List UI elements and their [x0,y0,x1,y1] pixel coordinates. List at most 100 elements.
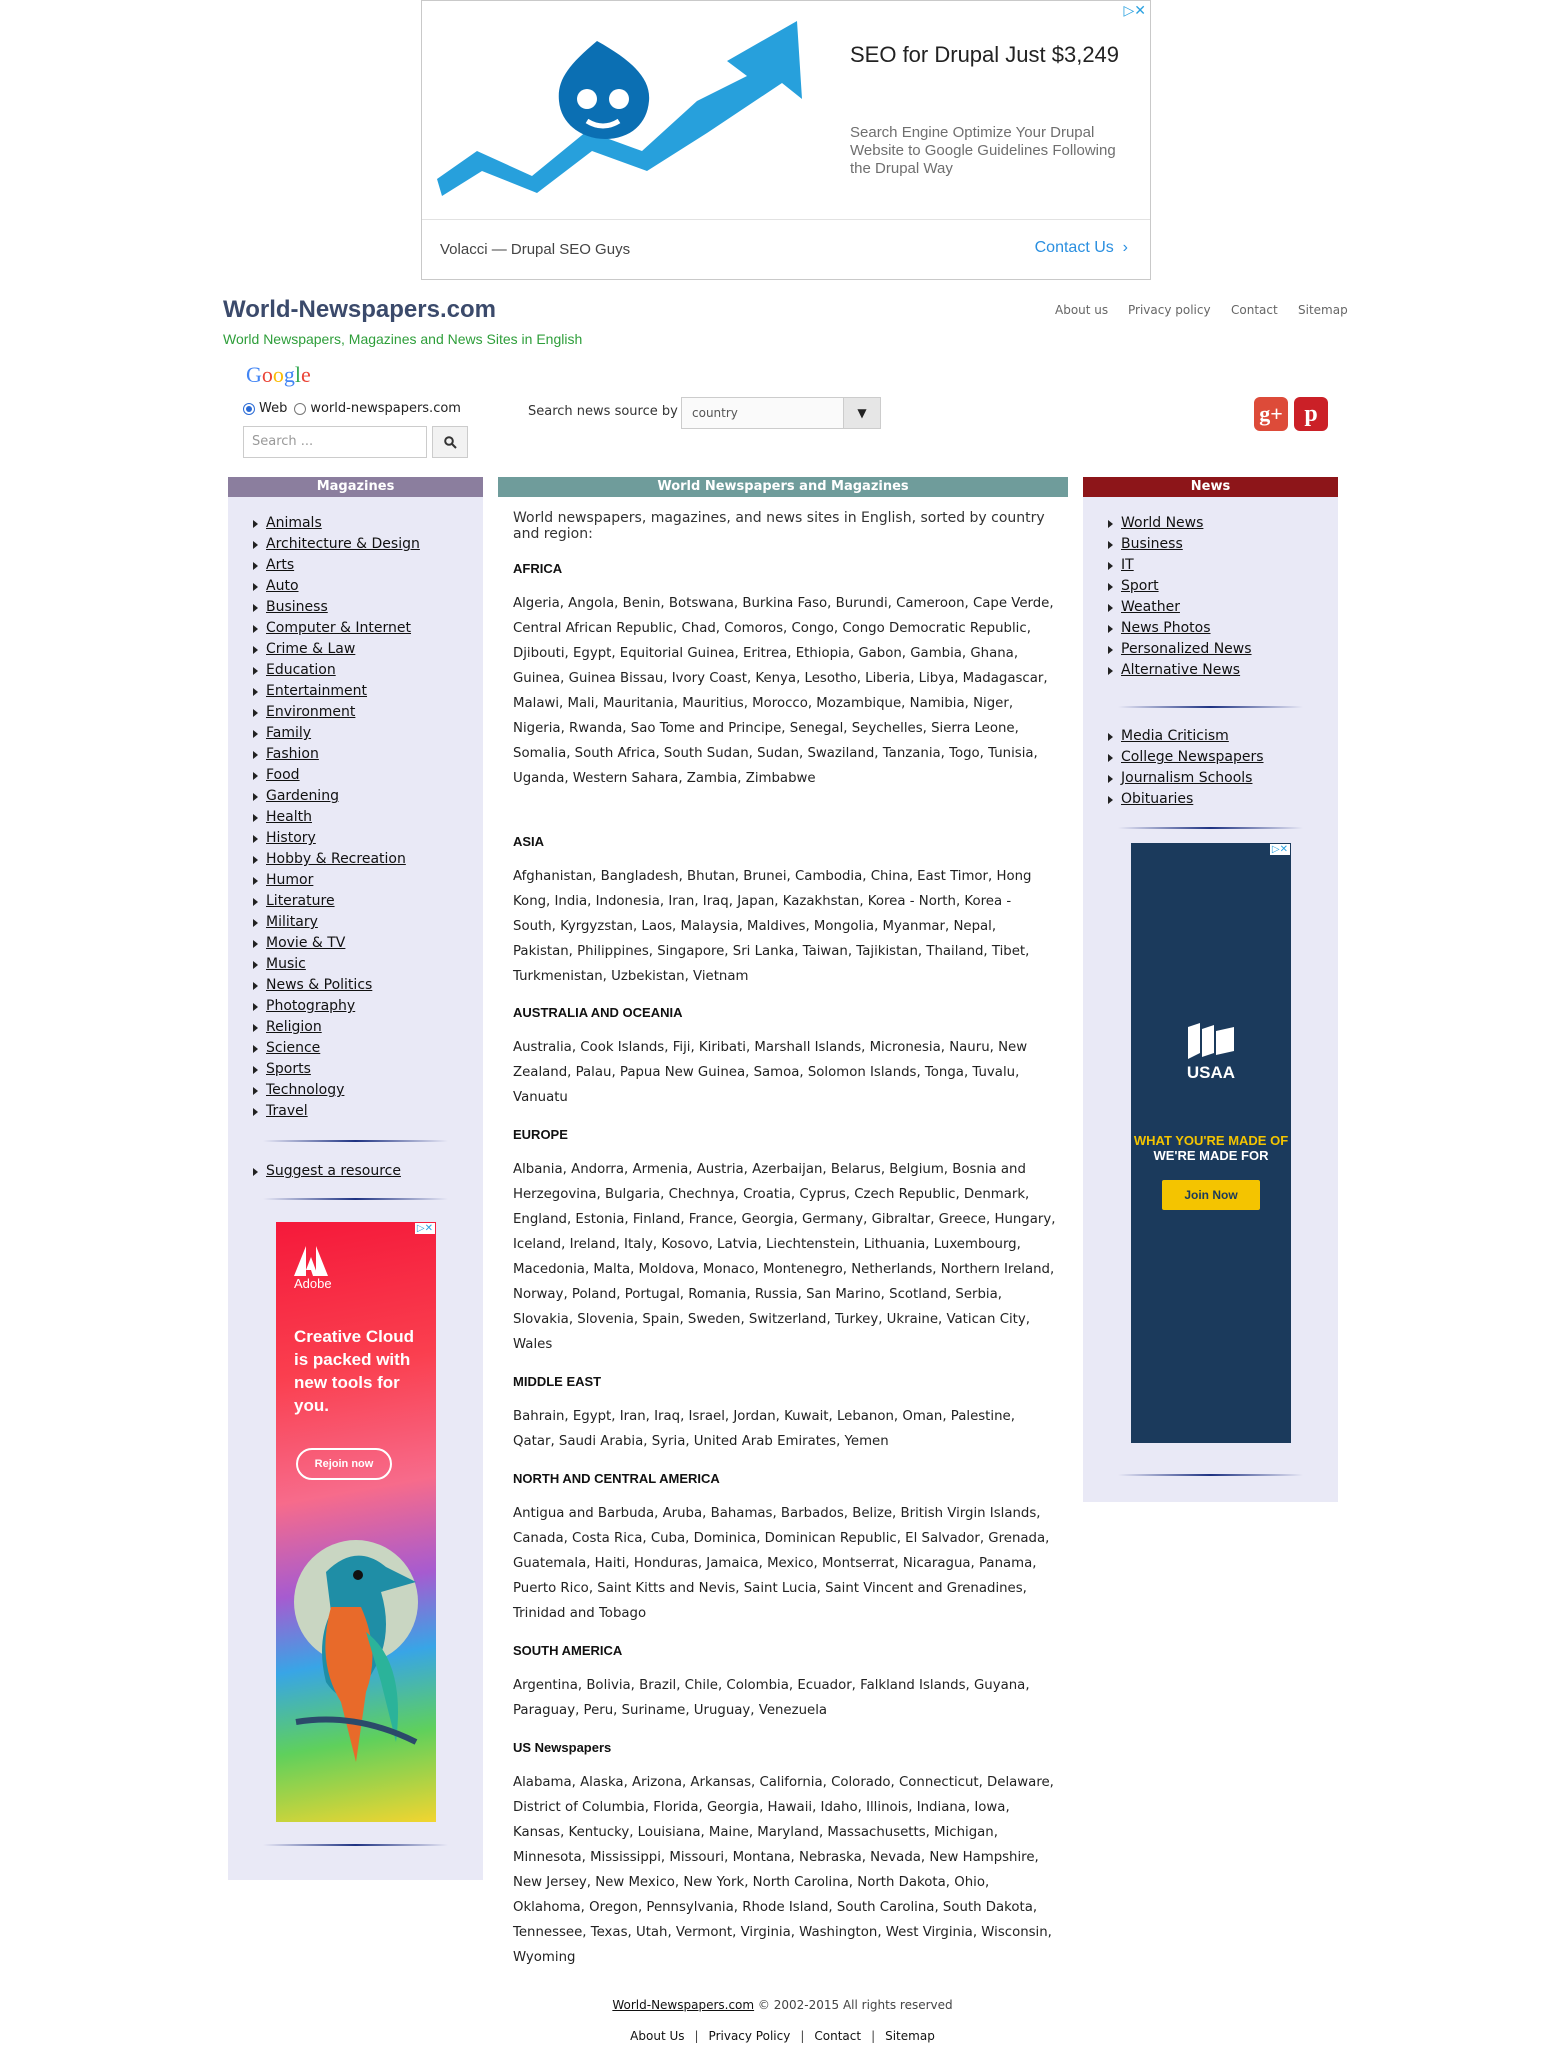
site-title[interactable]: World-Newspapers.com [223,296,496,324]
separator: | [800,2029,805,2043]
footer-nav: About Us | Privacy Policy | Contact | Sitemap [0,2029,1565,2043]
region-countries[interactable]: Bahrain, Egypt, Iran, Iraq, Israel, Jord… [513,1404,1058,1454]
sidebar-link[interactable]: Sports [266,1061,311,1077]
search-input[interactable]: Search ... [243,426,427,458]
sidebar-link[interactable]: Science [266,1040,320,1056]
sidebar-link[interactable]: Animals [266,515,322,531]
region-heading: AFRICA [513,561,563,576]
sidebar-link[interactable]: Business [266,599,328,615]
nav-contact[interactable]: Contact [1231,303,1278,317]
usaa-ad[interactable]: ▷✕ USAA WHAT YOU'RE MADE OF WE'RE MADE F… [1131,843,1291,1443]
scope-web-radio[interactable] [243,402,255,415]
footer-privacy[interactable]: Privacy Policy [709,2029,791,2043]
top-banner-ad[interactable]: ▷✕ SEO for Drupal Just $3,249 Search Eng… [421,0,1151,280]
sidebar-link[interactable]: IT [1121,557,1134,573]
sidebar-link[interactable]: World News [1121,515,1203,531]
list-item: Fashion [250,744,420,765]
sidebar-link[interactable]: Literature [266,893,335,909]
pinterest-icon[interactable]: p [1294,397,1328,431]
join-now-button[interactable]: Join Now [1162,1180,1260,1210]
sidebar-link[interactable]: Music [266,956,306,972]
region-countries[interactable]: Alabama, Alaska, Arizona, Arkansas, Cali… [513,1770,1058,1970]
sidebar-link[interactable]: Family [266,725,311,741]
region-countries[interactable]: Antigua and Barbuda, Aruba, Bahamas, Bar… [513,1501,1058,1626]
nav-sitemap[interactable]: Sitemap [1298,303,1348,317]
sidebar-link[interactable]: Alternative News [1121,662,1240,678]
adchoices-icon[interactable]: ▷✕ [1269,844,1290,855]
sidebar-link[interactable]: Computer & Internet [266,620,411,636]
caret-down-icon: ▼ [843,398,880,428]
adobe-icon [294,1246,328,1276]
country-select-value: country [692,406,738,420]
divider [263,1140,448,1142]
list-item: Education [250,660,420,681]
sidebar-link[interactable]: News & Politics [266,977,372,993]
sidebar-link[interactable]: Architecture & Design [266,536,420,552]
sidebar-link[interactable]: Crime & Law [266,641,355,657]
country-select[interactable]: country ▼ [681,397,881,429]
adchoices-icon[interactable]: ▷✕ [1124,3,1147,19]
sidebar-link[interactable]: Fashion [266,746,319,762]
sidebar-link[interactable]: Media Criticism [1121,728,1229,744]
sidebar-link[interactable]: Travel [266,1103,308,1119]
search-button[interactable] [432,426,468,458]
sidebar-link[interactable]: Environment [266,704,355,720]
sidebar-link[interactable]: Movie & TV [266,935,345,951]
magazines-list: Animals Architecture & Design Arts Auto Busi… [250,513,420,1122]
sidebar-link[interactable]: Military [266,914,318,930]
region-asia: ASIA Afghanistan, Bangladesh, Bhutan, Br… [513,834,1058,989]
region-countries[interactable]: Algeria, Angola, Benin, Botswana, Burkin… [513,591,1058,791]
sidebar-link[interactable]: Business [1121,536,1183,552]
sidebar-link[interactable]: Personalized News [1121,641,1252,657]
sidebar-link[interactable]: Arts [266,557,294,573]
sidebar-link[interactable]: College Newspapers [1121,749,1264,765]
ad-contact-button[interactable]: Contact Us › [1035,239,1128,257]
sidebar-link[interactable]: Education [266,662,336,678]
list-item: Personalized News [1105,639,1252,660]
sidebar-link[interactable]: Gardening [266,788,339,804]
list-item: Journalism Schools [1105,768,1264,789]
list-item: Auto [250,576,420,597]
suggest-resource-link[interactable]: Suggest a resource [266,1163,401,1179]
rejoin-button[interactable]: Rejoin now [296,1448,392,1480]
adobe-ad[interactable]: ▷✕ Adobe Creative Cloud is packed with n… [276,1222,436,1822]
nav-privacy[interactable]: Privacy policy [1128,303,1211,317]
google-plus-icon[interactable]: g+ [1254,397,1288,431]
region-countries[interactable]: Australia, Cook Islands, Fiji, Kiribati,… [513,1035,1058,1110]
footer-contact[interactable]: Contact [814,2029,861,2043]
footer-sitemap[interactable]: Sitemap [885,2029,935,2043]
sidebar-link[interactable]: Religion [266,1019,322,1035]
sidebar-link[interactable]: Obituaries [1121,791,1193,807]
sidebar-link[interactable]: Weather [1121,599,1180,615]
usaa-slogan-line1: WHAT YOU'RE MADE OF [1133,1133,1289,1148]
sidebar-link[interactable]: Sport [1121,578,1159,594]
list-item: Family [250,723,420,744]
sidebar-link[interactable]: Journalism Schools [1121,770,1252,786]
list-item: Computer & Internet [250,618,420,639]
list-item: Suggest a resource [250,1161,401,1182]
ad-description: Search Engine Optimize Your Drupal Websi… [850,124,1116,177]
footer-site-link[interactable]: World-Newspapers.com [612,1998,754,2012]
sidebar-link[interactable]: History [266,830,316,846]
sidebar-link[interactable]: News Photos [1121,620,1211,636]
sidebar-link[interactable]: Technology [266,1082,344,1098]
sidebar-link[interactable]: Health [266,809,312,825]
sidebar-link[interactable]: Food [266,767,300,783]
ad-headline[interactable]: SEO for Drupal Just $3,249 [850,39,1140,70]
usaa-slogan: WHAT YOU'RE MADE OF WE'RE MADE FOR [1131,1133,1291,1163]
divider [1118,706,1303,708]
scope-site-radio[interactable] [294,402,307,415]
region-countries[interactable]: Albania, Andorra, Armenia, Austria, Azer… [513,1157,1058,1357]
adchoices-icon[interactable]: ▷✕ [414,1223,435,1234]
footer-about[interactable]: About Us [630,2029,684,2043]
scope-web-label: Web [259,401,288,416]
region-countries[interactable]: Argentina, Bolivia, Brazil, Chile, Colom… [513,1673,1058,1723]
region-heading: US Newspapers [513,1740,612,1755]
sidebar-link[interactable]: Entertainment [266,683,367,699]
region-countries[interactable]: Afghanistan, Bangladesh, Bhutan, Brunei,… [513,864,1058,989]
sidebar-link[interactable]: Humor [266,872,313,888]
sidebar-link[interactable]: Photography [266,998,355,1014]
nav-about[interactable]: About us [1055,303,1108,317]
sidebar-link[interactable]: Auto [266,578,299,594]
sidebar-link[interactable]: Hobby & Recreation [266,851,406,867]
